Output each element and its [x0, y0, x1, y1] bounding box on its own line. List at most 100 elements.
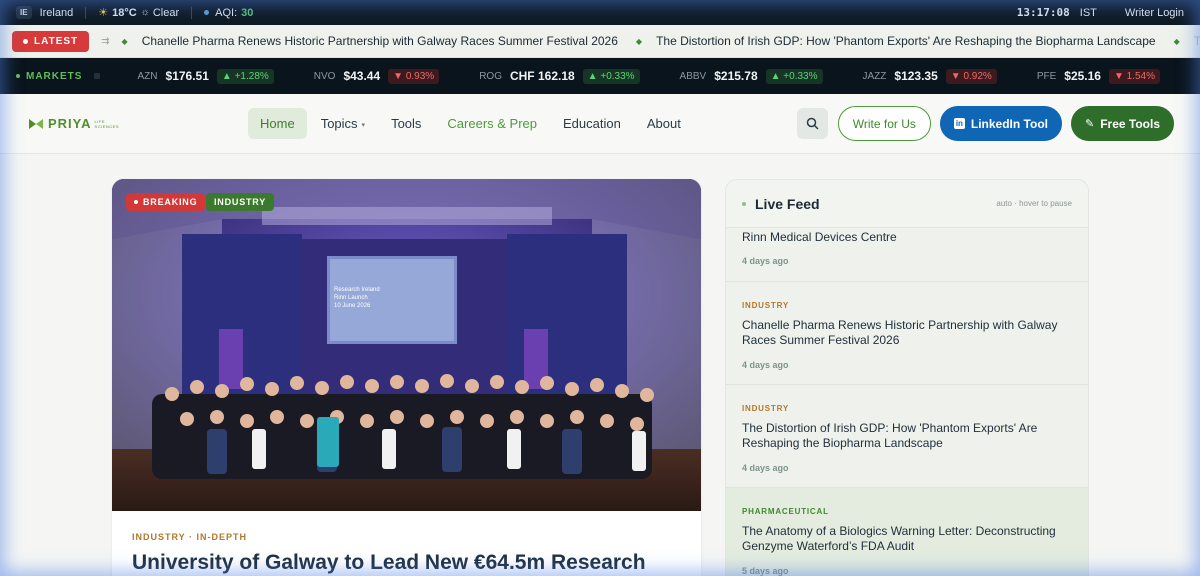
nav-topics[interactable]: Topics ▾: [309, 108, 377, 139]
svg-text:Rinn Launch: Rinn Launch: [334, 295, 368, 301]
temperature: 18°C: [112, 6, 137, 19]
logo-text: PRIYA: [48, 116, 92, 131]
top-utility-bar: IE Ireland ☀ 18°C ☼ Clear AQI: 30 13:17:…: [0, 0, 1200, 25]
ticker-item[interactable]: ◆ The Distortion of Irish GDP: How 'Phan…: [636, 34, 1174, 48]
stock-change: ▲ +0.33%: [765, 68, 823, 84]
search-button[interactable]: [796, 108, 828, 139]
hero-article-meta: INDUSTRY · IN-DEPTH: [132, 532, 248, 542]
feed-item-category: INDUSTRY: [742, 301, 789, 310]
chevron-down-icon: ▾: [361, 121, 366, 129]
site-logo[interactable]: PRIYA LIFE SCIENCES: [28, 116, 248, 131]
feed-item-time: 4 days ago: [742, 463, 789, 473]
feed-item-time: 4 days ago: [742, 360, 789, 370]
nav-topics-label: Topics: [320, 116, 358, 131]
hero-image[interactable]: Research Ireland Rinn Launch 10 June 202…: [112, 179, 701, 511]
stock-quote[interactable]: ABBV $215.78 ▲ +0.33%: [679, 68, 823, 84]
nav-home[interactable]: Home: [248, 108, 307, 139]
clock: 13:17:08: [1016, 6, 1070, 19]
stock-quote[interactable]: PFE $25.16 ▼ 1.54%: [1036, 68, 1160, 84]
diamond-icon: ◆: [635, 36, 643, 46]
stock-change: ▼ 0.93%: [388, 68, 440, 84]
aqi-value: 30: [241, 6, 254, 19]
country-flag-badge: IE: [16, 6, 32, 19]
feed-item-category: INDUSTRY: [742, 404, 789, 413]
stock-symbol: ROG: [479, 70, 502, 82]
latest-badge-label: LATEST: [34, 35, 79, 47]
live-dot-icon: [742, 201, 746, 206]
svg-text:Research Ireland: Research Ireland: [334, 287, 380, 293]
stock-quote[interactable]: ROG CHF 162.18 ▲ +0.33%: [479, 68, 640, 84]
breaking-dot-icon: [134, 200, 138, 204]
writer-login-link[interactable]: Writer Login: [1125, 7, 1184, 19]
timezone: IST: [1079, 6, 1097, 19]
svg-text:10 June 2026: 10 June 2026: [334, 303, 371, 309]
feed-item-category: PHARMACEUTICAL: [742, 507, 829, 516]
feed-item[interactable]: Rinn Medical Devices Centre 4 days ago: [726, 228, 1088, 282]
stock-price: CHF 162.18: [509, 69, 575, 83]
latest-badge: LATEST: [12, 30, 90, 52]
live-feed-header: Live Feed auto · hover to pause: [726, 180, 1088, 228]
nav-careers-prep[interactable]: Careers & Prep: [435, 108, 549, 139]
ticker-item-label: Chanelle Pharma Renews Historic Partners…: [141, 34, 618, 48]
stock-quote[interactable]: NVO $43.44 ▼ 0.93%: [313, 68, 440, 84]
weather-label: Clear: [152, 6, 180, 19]
linkedin-tool-button[interactable]: in LinkedIn Tool: [939, 106, 1062, 141]
free-tools-button[interactable]: ✎ Free Tools: [1070, 106, 1174, 141]
markets-label-text: MARKETS: [26, 70, 83, 82]
diamond-icon: ◆: [121, 36, 128, 46]
markets-dot-icon: [16, 74, 20, 78]
stock-symbol: NVO: [313, 70, 336, 82]
main-nav: PRIYA LIFE SCIENCES Home Topics ▾ Tools C…: [0, 94, 1200, 154]
nav-education[interactable]: Education: [551, 108, 633, 139]
ticker-arrows-icon: ⇉: [101, 35, 110, 47]
live-feed-title: Live Feed: [755, 195, 820, 212]
weather-icon: ☼: [140, 7, 150, 18]
stock-price: $25.16: [1064, 69, 1101, 83]
feed-item-title: The Distortion of Irish GDP: How 'Phanto…: [742, 421, 1038, 450]
aqi-label: AQI:: [215, 6, 238, 19]
markets-label: MARKETS: [0, 71, 94, 82]
ticker-item[interactable]: ◆ Th: [1174, 34, 1200, 48]
stock-price: $123.35: [894, 69, 938, 83]
stock-quote[interactable]: AZN $176.51 ▲ +1.28%: [138, 68, 274, 84]
stock-symbol: PFE: [1036, 70, 1057, 82]
ticker-item[interactable]: ◆ Chanelle Pharma Renews Historic Partne…: [122, 34, 636, 48]
country-label: Ireland: [39, 6, 74, 19]
linkedin-icon: in: [953, 118, 965, 129]
feed-item[interactable]: PHARMACEUTICAL The Anatomy of a Biologic…: [726, 488, 1088, 576]
sun-icon: ☀: [98, 7, 109, 19]
nav-about[interactable]: About: [635, 108, 693, 139]
ticker-item-label: The Distortion of Irish GDP: How 'Phanto…: [656, 34, 1156, 48]
write-for-us-button[interactable]: Write for Us: [837, 106, 931, 141]
live-feed-panel: Live Feed auto · hover to pause Rinn Med…: [725, 179, 1089, 576]
ticker-item-label: Th: [1194, 34, 1200, 48]
free-tools-label: Free Tools: [1100, 116, 1160, 131]
feed-item-time: 5 days ago: [742, 566, 789, 576]
divider: [85, 6, 87, 19]
breaking-badge: BREAKING: [126, 193, 206, 211]
stock-change: ▲ +0.33%: [582, 68, 640, 84]
logo-mark-icon: [29, 118, 43, 129]
feed-item[interactable]: INDUSTRY Chanelle Pharma Renews Historic…: [726, 282, 1088, 385]
top-bar-right: 13:17:08 IST Writer Login: [1017, 6, 1184, 19]
event-photo: Research Ireland Rinn Launch 10 June 202…: [112, 179, 701, 511]
stock-symbol: ABBV: [679, 70, 707, 82]
linkedin-tool-label: LinkedIn Tool: [970, 116, 1048, 131]
stock-change: ▼ 1.54%: [1108, 68, 1160, 84]
feed-item-time: 4 days ago: [742, 256, 789, 266]
stock-quote[interactable]: JAZZ $123.35 ▼ 0.92%: [862, 68, 997, 84]
hero-article-title[interactable]: University of Galway to Lead New €64.5m …: [132, 551, 646, 575]
nav-tools[interactable]: Tools: [379, 108, 433, 139]
feed-item[interactable]: INDUSTRY The Distortion of Irish GDP: Ho…: [726, 385, 1088, 488]
stock-price: $176.51: [165, 69, 209, 83]
stock-symbol: JAZZ: [862, 70, 887, 82]
logo-subtext-line: SCIENCES: [94, 123, 119, 129]
live-feed-hint: auto · hover to pause: [996, 199, 1072, 208]
nav-actions: Write for Us in LinkedIn Tool ✎ Free Too…: [796, 106, 1200, 141]
breaking-badge-label: BREAKING: [143, 197, 198, 207]
live-dot-icon: [23, 38, 28, 44]
stock-change: ▲ +1.28%: [216, 68, 274, 84]
hero-article-card[interactable]: Research Ireland Rinn Launch 10 June 202…: [112, 179, 701, 576]
stock-change: ▼ 0.92%: [945, 68, 997, 84]
divider: [191, 6, 193, 19]
